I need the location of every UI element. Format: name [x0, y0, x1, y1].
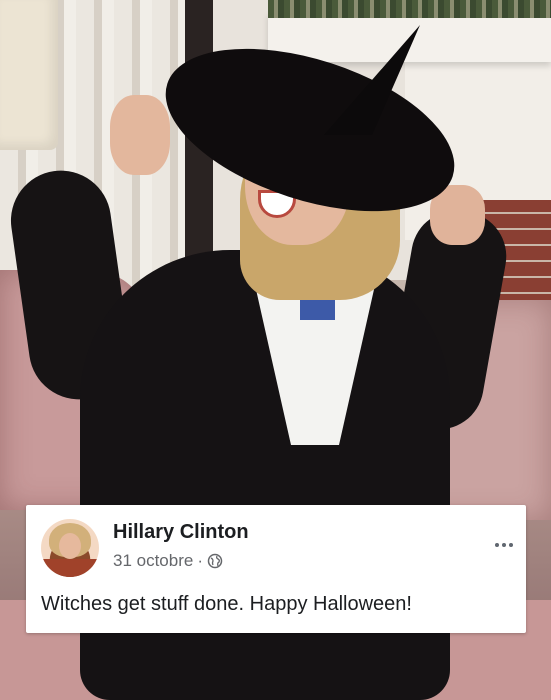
post-text: Witches get stuff done. Happy Halloween! — [41, 593, 412, 615]
author-name[interactable]: Hillary Clinton — [113, 521, 249, 544]
more-options-icon[interactable] — [489, 535, 519, 555]
lampshade — [0, 0, 58, 150]
mantel-garland — [268, 0, 551, 18]
globe-icon[interactable] — [207, 553, 223, 569]
post-meta: 31 octobre · — [113, 551, 223, 571]
left-hand — [110, 95, 170, 175]
mantel — [268, 12, 551, 62]
meta-separator: · — [197, 551, 204, 570]
avatar[interactable] — [41, 519, 99, 577]
post-date[interactable]: 31 octobre — [113, 551, 193, 571]
post-card: Hillary Clinton 31 octobre · Witches get… — [26, 505, 526, 633]
